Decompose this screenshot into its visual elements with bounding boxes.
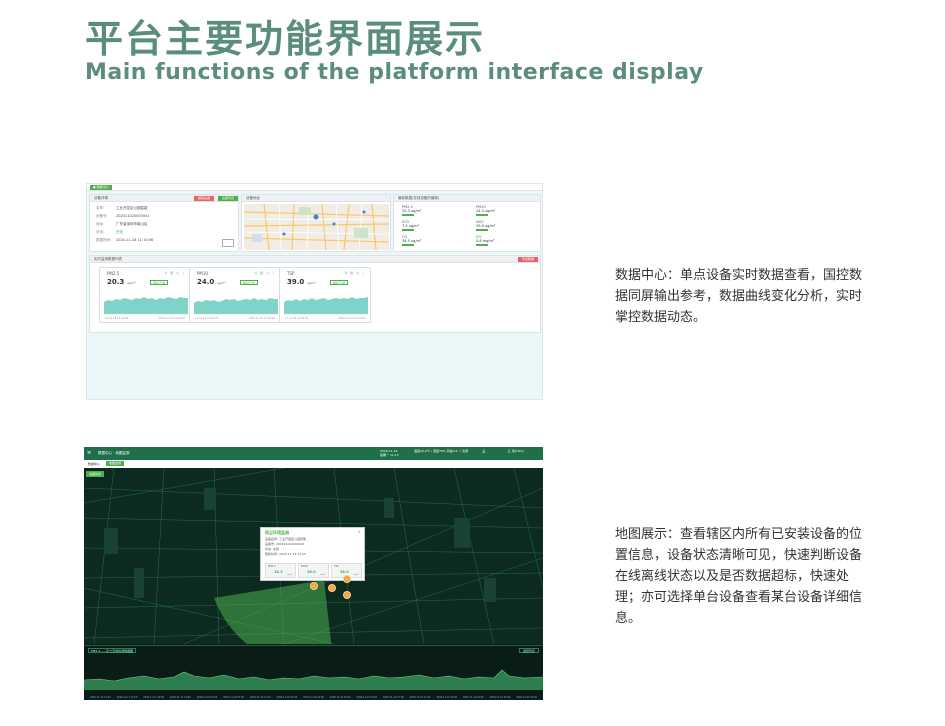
breadcrumb-active[interactable]: 地图监测 (106, 461, 125, 466)
panel-title: 最新数据(在线设备的最新) (394, 195, 540, 202)
metric-no2: NO2 39.0 ug/m³ (476, 220, 495, 231)
panel-title: 设备地址 (242, 195, 390, 202)
info-row: 数据时间: 2020-11-18 11:10:56 (96, 238, 154, 242)
monitor-icon (222, 239, 234, 247)
data-center-screenshot: ● 数据中心 设备详情 编辑设备 设备列表 名称: 工业开发区公园智能 设备号: 2… (86, 183, 543, 400)
data-center-tab[interactable]: ● 数据中心 (90, 185, 112, 190)
device-marker[interactable]: 1 (310, 582, 318, 590)
sparkline-chart (284, 297, 368, 315)
close-icon[interactable]: × (358, 529, 361, 534)
status-badge: 超标正常 (240, 280, 259, 285)
device-details-panel: 设备详情 编辑设备 设备列表 名称: 工业开发区公园智能 设备号: 20201102… (89, 194, 239, 252)
realtime-card[interactable]: TSP ⇲ ▥ ◻ ⤓ 39.0 ug/m³ 超标正常 11-11 18 13:… (279, 267, 371, 323)
info-row: 名称: 工业开发区公园智能 (96, 206, 148, 210)
device-list-button[interactable]: 设备列表 (86, 471, 105, 477)
device-marker[interactable]: 2 (328, 584, 336, 592)
back-to-list-button[interactable]: 返回列表 (518, 648, 539, 653)
metric-pm25: PM2.5 20.3 ug/m³ (402, 205, 421, 216)
sparkline-chart (194, 298, 278, 315)
status-badge: 超标正常 (150, 280, 169, 285)
realtime-card[interactable]: PM2.5 ⇲ ▥ ◻ ⤓ 20.3 ug/m³ 超标正常 11-11 18 1… (99, 267, 191, 323)
status-badge: 超标正常 (330, 280, 349, 285)
popup-title: 扬尘环境监测 (265, 530, 289, 535)
map-view-description: 地图展示：查看辖区内所有已安装设备的位置信息，设备状态清晰可见，快速判断设备在线… (615, 527, 863, 626)
card-toolbar-icons[interactable]: ⇲ ▥ ◻ ⤓ (344, 271, 365, 275)
header-title: 数据中心 · 地图监测 (98, 451, 130, 455)
menu-icon[interactable]: ≡ (87, 450, 91, 456)
card-toolbar-icons[interactable]: ⇲ ▥ ◻ ⤓ (164, 271, 185, 275)
trend-x-axis: 2020-11-17 11:00 2020-11-17 15:00 2020-11-… (90, 696, 537, 699)
trend-panel: PM2.5——近七天的检测数据图 返回列表 2020-11-17 11:00 20… (84, 645, 543, 700)
popup-metric: PM2.5 18.2 ug/m³ (265, 563, 296, 578)
panel-title: 设备详情 (90, 195, 238, 202)
sparkline-chart (104, 297, 188, 315)
device-map-panel: 设备地址 (241, 194, 391, 252)
page-title: 平台主要功能界面展示 (85, 17, 486, 61)
device-popup[interactable]: 扬尘环境监测 × 设备名称: 工业开发区公园智能 设备号: 2020110200… (260, 527, 365, 581)
top-bar: ● 数据中心 (87, 184, 542, 191)
metric-co: CO 0.8 mg/m³ (476, 235, 494, 246)
device-list-button[interactable]: 设备列表 (218, 196, 238, 201)
trend-area-chart (84, 669, 543, 690)
fullscreen-icon[interactable]: ⛶ 全屏 (459, 449, 468, 454)
metric-pm10: PM10 24.0 ug/m³ (476, 205, 495, 216)
header-weather: 温度29.4℃ / 湿度76% 风速2.6 (414, 449, 458, 453)
map-header: ≡ 数据中心 · 地图监测 2020-11-16 星期一 11:15 温度29.4… (84, 447, 543, 460)
page-subtitle: Main functions of the platform interface… (85, 60, 704, 85)
latest-data-panel: 最新数据(在线设备的最新) PM2.5 20.3 ug/m³ PM10 24.0 u… (393, 194, 541, 252)
card-toolbar-icons[interactable]: ⇲ ▥ ◻ ⤓ (254, 271, 275, 275)
info-row: 地址: 广东省深圳市南山区 (96, 222, 148, 226)
breadcrumb: 数据中心 地图监测 (84, 460, 543, 468)
edit-device-button[interactable]: 编辑设备 (194, 196, 215, 201)
popup-metric: PM10 28.0 ug/m³ (298, 563, 329, 578)
realtime-data-panel: 实时监测数据列表 导出数据 PM2.5 ⇲ ▥ ◻ ⤓ 20.3 ug/m³ 超… (89, 255, 541, 333)
data-center-description: 数据中心：单点设备实时数据查看，国控数据同屏输出参考，数据曲线变化分析，实时掌控… (615, 268, 863, 325)
user-menu[interactable]: 👤︎ 用户8mj (507, 449, 523, 454)
info-row: 状态: 在线 (96, 230, 123, 234)
breadcrumb-home[interactable]: 数据中心 (88, 462, 100, 466)
street-map[interactable] (244, 204, 389, 250)
device-marker[interactable]: 3 (343, 591, 351, 599)
trend-title: PM2.5——近七天的检测数据图 (88, 648, 137, 653)
info-row: 设备号: 202011020000001 (96, 214, 150, 218)
header-datetime: 2020-11-16 星期一 11:15 (380, 449, 399, 457)
metric-so2: SO2 7.5 ug/m³ (402, 220, 419, 231)
metric-o3: O3 38.5 ug/m³ (402, 235, 421, 246)
status-badge: 在线 (116, 230, 123, 234)
bell-icon[interactable]: 🔔︎ (482, 449, 486, 454)
panel-title: 实时监测数据列表 (90, 256, 540, 263)
map-view-screenshot: ≡ 数据中心 · 地图监测 2020-11-16 星期一 11:15 温度29.4… (84, 447, 543, 700)
device-marker[interactable]: 4 (343, 575, 351, 583)
realtime-card[interactable]: PM10 ⇲ ▥ ◻ ⤓ 24.0 ug/m³ 超标正常 11-11 18 13… (189, 267, 281, 323)
export-data-button[interactable]: 导出数据 (518, 257, 539, 262)
